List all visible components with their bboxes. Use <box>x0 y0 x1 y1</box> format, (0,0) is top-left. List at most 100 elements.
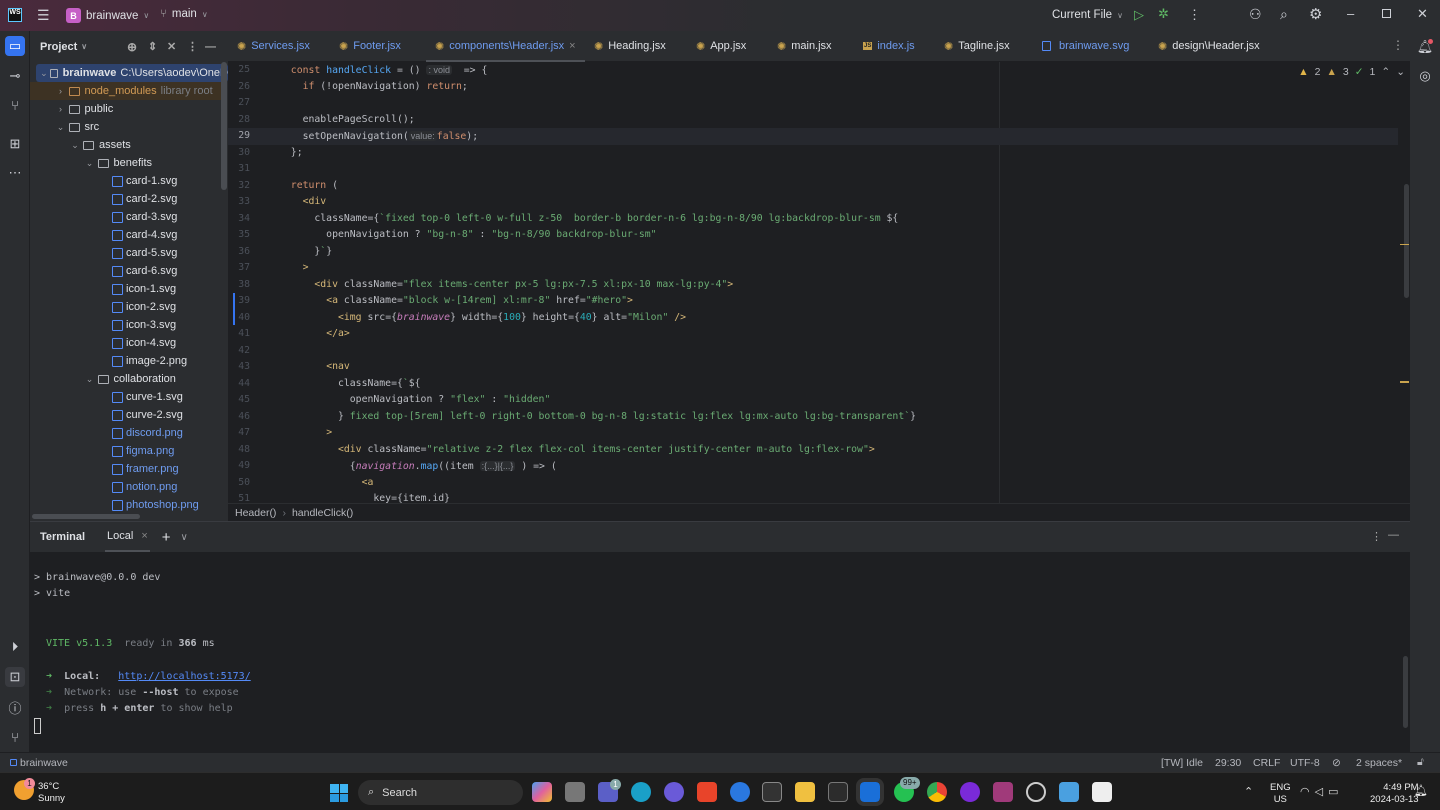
problems-icon[interactable]: ⓘ <box>5 697 25 717</box>
project-panel-title[interactable]: Project <box>40 41 77 53</box>
editor-scrollbar[interactable] <box>1404 184 1409 298</box>
tree-item-icon-2-svg[interactable]: icon-2.svg <box>30 298 222 316</box>
local-url-link[interactable]: http://localhost:5173/ <box>118 671 250 682</box>
expand-all-icon[interactable]: ⇕ <box>148 40 157 53</box>
code-line[interactable]: 51 key={item.id} <box>228 491 1398 503</box>
file-encoding[interactable]: UTF-8 <box>1290 757 1320 769</box>
chevron-down-icon[interactable]: ⌄ <box>84 158 96 169</box>
debug-icon[interactable]: ✲ <box>1158 6 1169 22</box>
code-line[interactable]: 33 <div <box>228 194 1398 211</box>
next-highlight-icon[interactable]: ⌄ <box>1396 66 1405 78</box>
terminal-scrollbar[interactable] <box>1403 656 1408 728</box>
tab-footer-jsx[interactable]: ✺ Footer.jsx <box>330 31 426 62</box>
tree-item-card-5-svg[interactable]: card-5.svg <box>30 244 222 262</box>
line-separator[interactable]: CRLF <box>1253 757 1280 769</box>
options-icon[interactable]: ⋮ <box>187 40 198 53</box>
edge-dev-icon[interactable] <box>631 782 651 802</box>
ai-assistant-icon[interactable]: ◎ <box>1415 66 1435 86</box>
tree-item-benefits[interactable]: ⌄ benefits <box>30 154 222 172</box>
pull-requests-icon[interactable]: ⑂ <box>5 95 25 115</box>
tree-item-framer-png[interactable]: framer.png <box>30 460 222 478</box>
commit-icon[interactable]: ⊸ <box>5 66 25 86</box>
cmd-icon[interactable] <box>762 782 782 802</box>
code-line[interactable]: 47 > <box>228 425 1398 442</box>
winrar-icon[interactable] <box>993 782 1013 802</box>
code-line[interactable]: 46 } fixed top-[5rem] left-0 right-0 bot… <box>228 409 1398 426</box>
brave-icon[interactable] <box>697 782 717 802</box>
settings-gear-icon[interactable]: ⚙ <box>1309 5 1322 23</box>
code-line[interactable]: 49 {navigation.map((item :{...}|{...} ) … <box>228 458 1398 475</box>
chevron-down-icon[interactable]: ⌄ <box>55 122 67 133</box>
tree-item-image-2-png[interactable]: image-2.png <box>30 352 222 370</box>
tree-item-card-2-svg[interactable]: card-2.svg <box>30 190 222 208</box>
chevron-down-icon[interactable]: ⌄ <box>40 68 48 79</box>
chrome-icon[interactable] <box>927 782 947 802</box>
code-line[interactable]: 31 <box>228 161 1398 178</box>
webstorm-logo-icon[interactable]: WS <box>8 8 22 22</box>
more-tools-icon[interactable]: ⋯ <box>5 163 25 183</box>
tree-item-card-1-svg[interactable]: card-1.svg <box>30 172 222 190</box>
terminal-cursor[interactable] <box>34 718 41 734</box>
run-icon[interactable]: ▷ <box>1134 7 1144 23</box>
restore-icon[interactable] <box>1382 9 1391 18</box>
code-line[interactable]: 32 return ( <box>228 178 1398 195</box>
project-switcher[interactable]: B brainwave ∨ <box>66 8 149 23</box>
notification-center-icon[interactable]: 🔔︎ <box>1414 784 1428 797</box>
tree-item-notion-png[interactable]: notion.png <box>30 478 222 496</box>
tree-item-photoshop-png[interactable]: photoshop.png <box>30 496 222 514</box>
breadcrumb-item[interactable]: Header() <box>235 507 276 519</box>
tab-app-jsx[interactable]: ✺ App.jsx <box>687 31 768 62</box>
tree-item-assets[interactable]: ⌄ assets <box>30 136 222 154</box>
tab-services-jsx[interactable]: ✺ Services.jsx <box>228 31 330 62</box>
tree-item-public[interactable]: › public <box>30 100 222 118</box>
chevron-right-icon[interactable]: › <box>55 86 67 96</box>
inspection-widget[interactable]: ▲ 2 ▲ 3 ✓ 1 ⌃ ⌄ <box>1298 66 1405 78</box>
services-icon[interactable]: ⏵ <box>5 637 25 657</box>
show-hidden-icons-chevron[interactable]: ⌃ <box>1244 785 1253 798</box>
firefox-icon[interactable] <box>730 782 750 802</box>
obs-icon[interactable] <box>1026 782 1046 802</box>
file-explorer-icon[interactable] <box>795 782 815 802</box>
close-tab-icon[interactable]: × <box>141 530 147 542</box>
webstorm-taskbar-icon[interactable] <box>856 778 884 806</box>
caret-position[interactable]: 29:30 <box>1215 757 1241 769</box>
tailwind-status[interactable]: [TW] Idle <box>1161 757 1203 769</box>
tab-tagline-jsx[interactable]: ✺ Tagline.jsx <box>935 31 1033 62</box>
run-config-selector[interactable]: Current File ∨ <box>1052 9 1123 21</box>
previous-highlight-icon[interactable]: ⌃ <box>1381 66 1390 78</box>
hide-panel-icon[interactable]: — <box>205 41 216 53</box>
tree-item-card-6-svg[interactable]: card-6.svg <box>30 262 222 280</box>
tree-item-icon-1-svg[interactable]: icon-1.svg <box>30 280 222 298</box>
tab-heading-jsx[interactable]: ✺ Heading.jsx <box>585 31 687 62</box>
tree-item-icon-3-svg[interactable]: icon-3.svg <box>30 316 222 334</box>
collapse-all-icon[interactable]: ✕ <box>167 40 176 53</box>
code-line[interactable]: 26 if (!openNavigation) return; <box>228 79 1398 96</box>
terminal-icon[interactable]: ⊡ <box>5 667 25 687</box>
tree-item-node-modules[interactable]: › node_modules library root <box>30 82 222 100</box>
close-tab-icon[interactable]: × <box>569 40 575 52</box>
code-line[interactable]: 42 <box>228 343 1398 360</box>
breadcrumb-item[interactable]: handleClick() <box>292 507 353 519</box>
terminal-app-icon[interactable] <box>828 782 848 802</box>
tree-item-card-3-svg[interactable]: card-3.svg <box>30 208 222 226</box>
chevron-down-icon[interactable]: ⌄ <box>84 374 96 385</box>
locate-file-icon[interactable]: ⊕ <box>127 40 137 54</box>
lock-open-icon[interactable]: 🔓︎ <box>1417 756 1424 769</box>
hide-terminal-icon[interactable]: — <box>1388 529 1399 541</box>
project-tool-folder-icon[interactable]: ▭ <box>5 36 25 56</box>
main-menu-icon[interactable]: ☰ <box>37 8 50 22</box>
tree-horizontal-scrollbar[interactable] <box>32 514 140 519</box>
tab-components-header-jsx[interactable]: ✺ components\Header.jsx × <box>426 31 585 62</box>
discord-like-app-icon[interactable] <box>960 782 980 802</box>
code-line[interactable]: 38 <div className="flex items-center px-… <box>228 277 1398 294</box>
tab-brainwave-svg[interactable]: brainwave.svg <box>1033 31 1149 62</box>
terminal-options-icon[interactable]: ⋮ <box>1371 530 1382 543</box>
code-line[interactable]: 29 setOpenNavigation(value: false); <box>228 128 1398 145</box>
new-terminal-icon[interactable]: + <box>162 529 171 546</box>
git-icon[interactable]: ⑂ <box>5 727 25 747</box>
code-line[interactable]: 43 <nav <box>228 359 1398 376</box>
tree-item-collaboration[interactable]: ⌄ collaboration <box>30 370 222 388</box>
code-line[interactable]: 37 > <box>228 260 1398 277</box>
tab-index-js[interactable]: JS index.js <box>854 31 935 62</box>
clock[interactable]: 4:49 PM 2024-03-13 <box>1370 782 1419 806</box>
